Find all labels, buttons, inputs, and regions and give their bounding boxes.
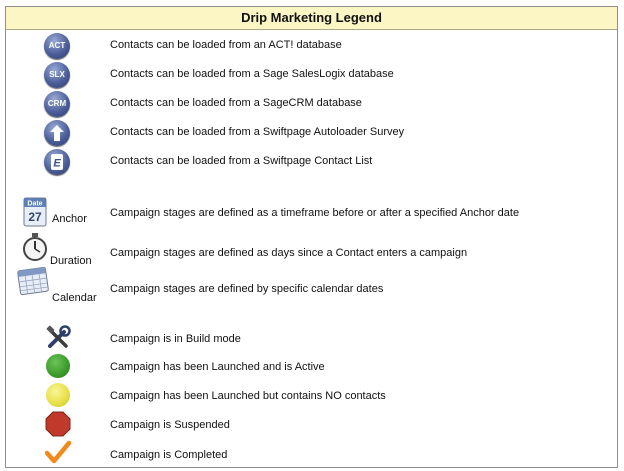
- legend-row-slx: SLX Contacts can be loaded from a Sage S…: [6, 60, 617, 88]
- legend-text: Campaign stages are defined as days sinc…: [110, 247, 468, 259]
- legend-text: Campaign stages are defined by specific …: [110, 283, 384, 295]
- red-octagon-icon: [45, 411, 71, 437]
- legend-text: Contacts can be loaded from a SageCRM da…: [110, 97, 362, 109]
- legend-row-calendar: Calendar Campaign stages are defined by …: [6, 265, 617, 305]
- drip-marketing-legend: Drip Marketing Legend ACT Contacts can b…: [5, 6, 618, 468]
- contact-list-icon: E: [44, 149, 70, 175]
- calendar-label: Calendar: [52, 292, 97, 304]
- legend-row-no-contacts: Campaign has been Launched but contains …: [6, 381, 617, 409]
- legend-text: Contacts can be loaded from a Swiftpage …: [110, 155, 373, 167]
- legend-text: Campaign is Completed: [110, 449, 228, 461]
- up-arrow-icon: [50, 125, 64, 141]
- sage-saleslogix-icon: SLX: [44, 62, 70, 88]
- legend-title: Drip Marketing Legend: [6, 7, 617, 30]
- legend-text: Campaign has been Launched but contains …: [110, 390, 386, 402]
- legend-row-build: Campaign is in Build mode: [6, 323, 617, 351]
- build-tools-icon: [46, 325, 71, 348]
- green-dot-icon: [46, 354, 70, 378]
- legend-text: Campaign is in Build mode: [110, 333, 241, 345]
- calendar-icon: [17, 266, 49, 296]
- anchor-date-icon: Date 27: [23, 197, 47, 227]
- legend-text: Contacts can be loaded from a Swiftpage …: [110, 126, 405, 138]
- legend-text: Contacts can be loaded from a Sage Sales…: [110, 68, 394, 80]
- svg-text:27: 27: [28, 210, 42, 224]
- legend-text: Campaign is Suspended: [110, 419, 230, 431]
- legend-text: Contacts can be loaded from an ACT! data…: [110, 39, 342, 51]
- legend-row-anchor: Date 27 Anchor Campaign stages are defin…: [6, 193, 617, 233]
- svg-text:Date: Date: [27, 201, 42, 208]
- orange-checkmark-icon: [45, 440, 71, 464]
- legend-row-completed: Campaign is Completed: [6, 439, 617, 467]
- legend-row-contact-list: E Contacts can be loaded from a Swiftpag…: [6, 147, 617, 175]
- legend-row-act: ACT Contacts can be loaded from an ACT! …: [6, 31, 617, 59]
- legend-row-crm: CRM Contacts can be loaded from a SageCR…: [6, 89, 617, 117]
- stopwatch-icon: [23, 233, 47, 261]
- legend-row-duration: Duration Campaign stages are defined as …: [6, 229, 617, 269]
- legend-text: Campaign stages are defined as a timefra…: [110, 207, 520, 219]
- e-document-icon: E: [51, 154, 63, 170]
- sagecrm-icon: CRM: [44, 91, 70, 117]
- act-database-icon: ACT: [44, 33, 70, 59]
- anchor-label: Anchor: [52, 213, 87, 225]
- e-letter: E: [53, 158, 61, 170]
- legend-text: Campaign has been Launched and is Active: [110, 361, 325, 373]
- legend-row-autoloader: Contacts can be loaded from a Swiftpage …: [6, 118, 617, 146]
- autoloader-survey-icon: [44, 120, 70, 146]
- legend-row-suspended: Campaign is Suspended: [6, 410, 617, 438]
- legend-row-active: Campaign has been Launched and is Active: [6, 352, 617, 380]
- yellow-dot-icon: [46, 383, 70, 407]
